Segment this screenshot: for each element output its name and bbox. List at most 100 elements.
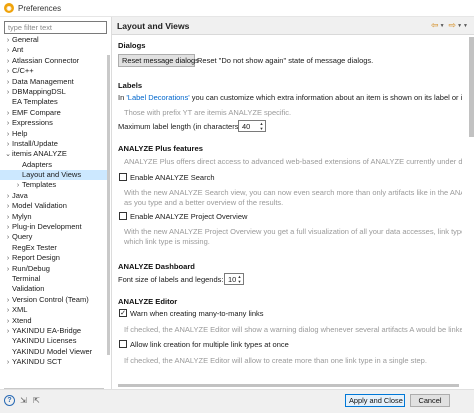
tree-item-label: itemis ANALYZE <box>12 149 67 159</box>
reset-message-dialogs-button[interactable]: Reset message dialogs <box>118 54 199 67</box>
spinner-arrows-icon[interactable]: ▲ ▼ <box>258 121 265 131</box>
tree-item[interactable]: › Xtend <box>0 316 108 326</box>
multiple-link-types-description: If checked, the ANALYZE Editor will allo… <box>124 356 427 365</box>
enable-search-checkbox[interactable] <box>119 173 127 181</box>
title-bar: ◉ Preferences <box>0 0 474 17</box>
app-icon: ◉ <box>4 3 14 13</box>
label-decorations-link[interactable]: 'Label Decorations' <box>126 93 189 102</box>
labels-intro: In 'Label Decorations' you can customize… <box>118 93 462 102</box>
window-title: Preferences <box>18 3 62 13</box>
overview-description-line-2: which link type is missing. <box>124 237 210 246</box>
tree-item[interactable]: › Templates <box>0 180 108 190</box>
tree-item[interactable]: › Java <box>0 191 108 201</box>
export-icon[interactable]: ⇱ <box>31 395 42 406</box>
tree-item-label: Install/Update <box>12 138 58 148</box>
tree-item[interactable]: › C/C++ <box>0 66 108 76</box>
tree-item-label: DBMappingDSL <box>12 86 66 96</box>
tree-item[interactable]: RegEx Tester <box>0 243 108 253</box>
back-arrow-icon[interactable]: ⇦ <box>431 21 439 30</box>
tree-item[interactable]: › DBMappingDSL <box>0 87 108 97</box>
tree-item-label: Layout and Views <box>22 170 82 180</box>
tree-item-label: Run/Debug <box>12 263 50 273</box>
enable-search-label[interactable]: Enable ANALYZE Search <box>130 173 215 182</box>
font-size-label: Font size of labels and legends: <box>118 275 224 284</box>
tree-item[interactable]: › YAKINDU SCT <box>0 357 108 367</box>
button-bar: ? ⇲ ⇱ Apply and Close Cancel <box>0 389 474 413</box>
warn-many-to-many-description: If checked, the ANALYZE Editor will show… <box>124 325 462 334</box>
page-content: Dialogs Reset message dialogs Reset "Do … <box>118 37 462 387</box>
tree-item[interactable]: › XML <box>0 305 108 315</box>
tree-item[interactable]: › Query <box>0 232 108 242</box>
reset-description: Reset "Do not show again" state of messa… <box>197 56 374 65</box>
search-description-line-2: as you type and a better overview of the… <box>124 198 284 207</box>
dialogs-heading: Dialogs <box>118 41 146 50</box>
tree-item-label: Atlassian Connector <box>12 55 80 65</box>
warn-many-to-many-label[interactable]: Warn when creating many-to-many links <box>130 309 264 318</box>
prefix-note: Those with prefix YT are itemis ANALYZE … <box>124 108 292 117</box>
tree-item[interactable]: › Version Control (Team) <box>0 295 108 305</box>
font-size-spinner[interactable]: 10 ▲ ▼ <box>224 273 244 285</box>
tree-item[interactable]: › Run/Debug <box>0 264 108 274</box>
tree-item-label: Version Control (Team) <box>12 294 89 304</box>
tree-item[interactable]: › EMF Compare <box>0 108 108 118</box>
tree-item[interactable]: Layout and Views <box>0 170 108 181</box>
tree-item-label: EMF Compare <box>12 107 61 117</box>
tree-item[interactable]: › Model Validation <box>0 201 108 211</box>
tree-item-label: Validation <box>12 284 45 294</box>
multiple-link-types-checkbox[interactable] <box>119 340 127 348</box>
page-header: Layout and Views ⇦ ▼ ⇨ ▼ ▼ <box>112 17 474 35</box>
tree-item[interactable]: YAKINDU Licenses <box>0 336 108 346</box>
tree-item-label: YAKINDU Licenses <box>12 336 77 346</box>
tree-item[interactable]: › Install/Update <box>0 139 108 149</box>
import-icon[interactable]: ⇲ <box>18 395 29 406</box>
tree-item[interactable]: YAKINDU Model Viewer <box>0 347 108 357</box>
forward-arrow-icon[interactable]: ⇨ <box>449 21 457 30</box>
tree-item[interactable]: › Data Management <box>0 77 108 87</box>
tree-item-label: Plug-in Development <box>12 222 82 232</box>
tree-item-label: Mylyn <box>12 211 32 221</box>
chevron-right-icon[interactable]: › <box>4 358 12 368</box>
tree-item[interactable]: Adapters <box>0 160 108 170</box>
tree-item[interactable]: › Help <box>0 129 108 139</box>
tree-item-label: Data Management <box>12 76 74 86</box>
tree-item[interactable]: › Ant <box>0 45 108 55</box>
tree-item-label: Help <box>12 128 28 138</box>
editor-heading: ANALYZE Editor <box>118 297 178 306</box>
multiple-link-types-label[interactable]: Allow link creation for multiple link ty… <box>130 340 289 349</box>
tree-item[interactable]: Terminal <box>0 274 108 284</box>
view-menu-icon[interactable]: ▼ <box>463 23 468 29</box>
tree-item-label: General <box>12 35 39 44</box>
apply-and-close-button[interactable]: Apply and Close <box>345 394 405 407</box>
labels-heading: Labels <box>118 81 143 90</box>
max-label-length-spinner[interactable]: 40 ▲ ▼ <box>238 120 266 132</box>
tree-item-label: Ant <box>12 45 24 55</box>
page-vertical-scrollbar[interactable] <box>468 37 474 387</box>
tree-item[interactable]: › Plug-in Development <box>0 222 108 232</box>
enable-project-overview-label[interactable]: Enable ANALYZE Project Overview <box>130 212 247 221</box>
cancel-button[interactable]: Cancel <box>410 394 450 407</box>
font-size-spinner-arrows-icon[interactable]: ▲ ▼ <box>236 274 243 284</box>
enable-project-overview-checkbox[interactable] <box>119 212 127 220</box>
plus-features-heading: ANALYZE Plus features <box>118 144 203 153</box>
back-dropdown-icon[interactable]: ▼ <box>440 23 445 29</box>
filter-input[interactable] <box>4 21 107 34</box>
tree-item-label: Expressions <box>12 118 53 128</box>
tree-item[interactable]: › Expressions <box>0 118 108 128</box>
tree-item[interactable]: ⌄itemis ANALYZE <box>0 149 108 159</box>
forward-dropdown-icon[interactable]: ▼ <box>457 23 462 29</box>
tree-item-label: YAKINDU EA-Bridge <box>12 325 82 335</box>
tree-item[interactable]: › General <box>0 35 108 45</box>
tree-item-label: Model Validation <box>12 201 67 211</box>
help-icon[interactable]: ? <box>4 395 15 406</box>
tree-item-label: EA Templates <box>12 97 58 107</box>
tree-item[interactable]: › Atlassian Connector <box>0 56 108 66</box>
tree-item[interactable]: Validation <box>0 284 108 294</box>
search-description-line-1: With the new ANALYZE Search view, you ca… <box>124 188 462 197</box>
tree-item[interactable]: EA Templates <box>0 97 108 107</box>
tree-item[interactable]: › Mylyn <box>0 212 108 222</box>
tree-item[interactable]: › Report Design <box>0 253 108 263</box>
tree-item[interactable]: › YAKINDU EA-Bridge <box>0 326 108 336</box>
plus-features-description: ANALYZE Plus offers direct access to adv… <box>124 157 462 166</box>
page-horizontal-scrollbar[interactable] <box>118 383 463 387</box>
warn-many-to-many-checkbox[interactable]: ✓ <box>119 309 127 317</box>
